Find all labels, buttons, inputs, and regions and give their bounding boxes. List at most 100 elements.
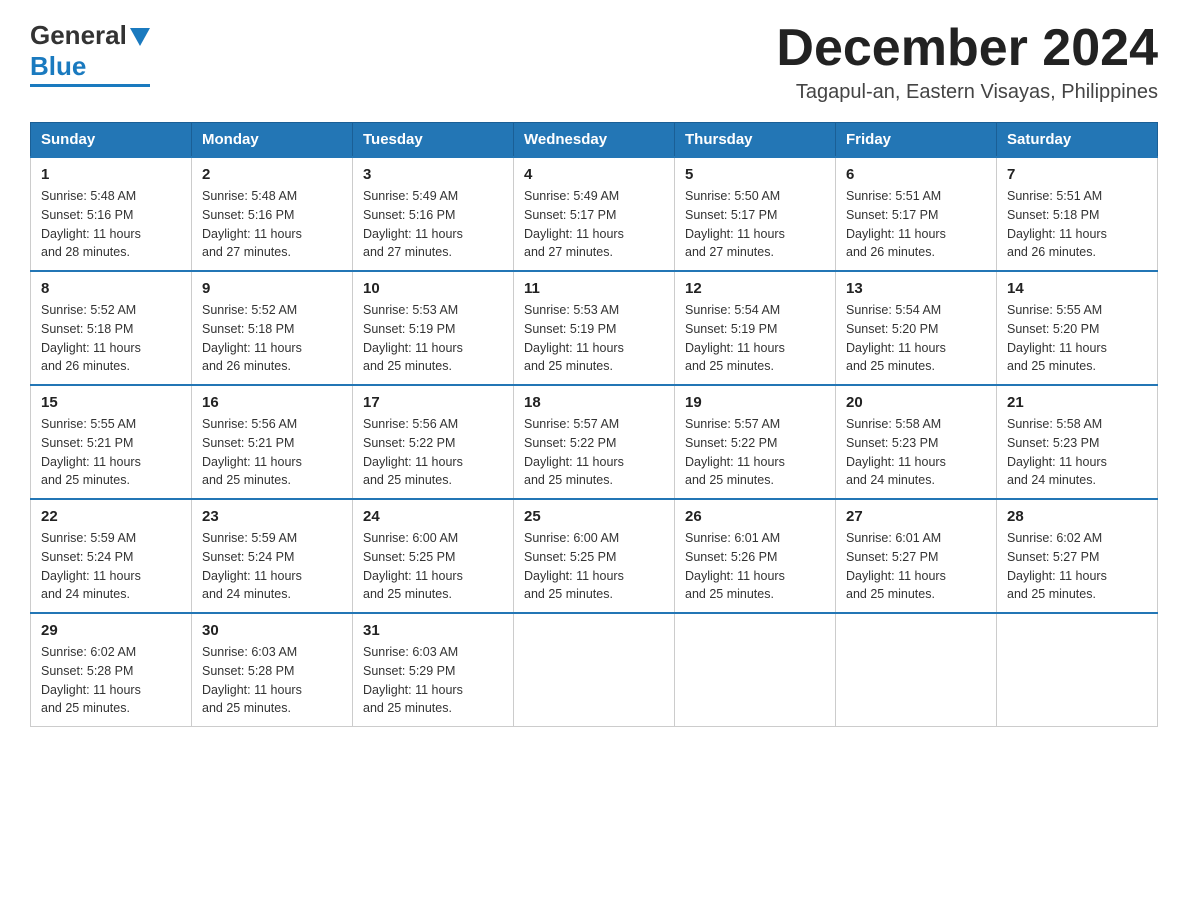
table-row: 27 Sunrise: 6:01 AM Sunset: 5:27 PM Dayl… [836,499,997,613]
calendar-header-row: Sunday Monday Tuesday Wednesday Thursday… [31,123,1158,158]
table-row: 16 Sunrise: 5:56 AM Sunset: 5:21 PM Dayl… [192,385,353,499]
day-info: Sunrise: 5:48 AM Sunset: 5:16 PM Dayligh… [41,187,181,262]
month-title: December 2024 [776,20,1158,77]
day-number: 3 [363,166,503,183]
calendar-row-2: 8 Sunrise: 5:52 AM Sunset: 5:18 PM Dayli… [31,271,1158,385]
day-number: 9 [202,280,342,297]
table-row: 8 Sunrise: 5:52 AM Sunset: 5:18 PM Dayli… [31,271,192,385]
table-row: 21 Sunrise: 5:58 AM Sunset: 5:23 PM Dayl… [997,385,1158,499]
day-number: 22 [41,508,181,525]
day-info: Sunrise: 6:01 AM Sunset: 5:27 PM Dayligh… [846,529,986,604]
day-number: 31 [363,622,503,639]
day-number: 1 [41,166,181,183]
table-row: 26 Sunrise: 6:01 AM Sunset: 5:26 PM Dayl… [675,499,836,613]
day-number: 30 [202,622,342,639]
table-row: 29 Sunrise: 6:02 AM Sunset: 5:28 PM Dayl… [31,613,192,727]
day-info: Sunrise: 5:50 AM Sunset: 5:17 PM Dayligh… [685,187,825,262]
day-info: Sunrise: 5:57 AM Sunset: 5:22 PM Dayligh… [524,415,664,490]
day-info: Sunrise: 5:59 AM Sunset: 5:24 PM Dayligh… [41,529,181,604]
table-row: 15 Sunrise: 5:55 AM Sunset: 5:21 PM Dayl… [31,385,192,499]
day-number: 19 [685,394,825,411]
day-number: 10 [363,280,503,297]
day-number: 24 [363,508,503,525]
table-row: 1 Sunrise: 5:48 AM Sunset: 5:16 PM Dayli… [31,157,192,271]
table-row: 2 Sunrise: 5:48 AM Sunset: 5:16 PM Dayli… [192,157,353,271]
table-row: 4 Sunrise: 5:49 AM Sunset: 5:17 PM Dayli… [514,157,675,271]
logo: General [30,20,150,51]
table-row: 23 Sunrise: 5:59 AM Sunset: 5:24 PM Dayl… [192,499,353,613]
day-number: 16 [202,394,342,411]
col-tuesday: Tuesday [353,123,514,158]
day-number: 7 [1007,166,1147,183]
table-row: 7 Sunrise: 5:51 AM Sunset: 5:18 PM Dayli… [997,157,1158,271]
day-info: Sunrise: 5:57 AM Sunset: 5:22 PM Dayligh… [685,415,825,490]
day-number: 15 [41,394,181,411]
calendar-row-4: 22 Sunrise: 5:59 AM Sunset: 5:24 PM Dayl… [31,499,1158,613]
day-number: 5 [685,166,825,183]
logo-underline [30,84,150,87]
table-row: 22 Sunrise: 5:59 AM Sunset: 5:24 PM Dayl… [31,499,192,613]
col-friday: Friday [836,123,997,158]
table-row: 17 Sunrise: 5:56 AM Sunset: 5:22 PM Dayl… [353,385,514,499]
day-info: Sunrise: 5:59 AM Sunset: 5:24 PM Dayligh… [202,529,342,604]
day-info: Sunrise: 5:51 AM Sunset: 5:18 PM Dayligh… [1007,187,1147,262]
day-info: Sunrise: 6:02 AM Sunset: 5:27 PM Dayligh… [1007,529,1147,604]
day-info: Sunrise: 5:58 AM Sunset: 5:23 PM Dayligh… [846,415,986,490]
day-number: 18 [524,394,664,411]
table-row: 9 Sunrise: 5:52 AM Sunset: 5:18 PM Dayli… [192,271,353,385]
day-number: 8 [41,280,181,297]
day-number: 2 [202,166,342,183]
table-row: 11 Sunrise: 5:53 AM Sunset: 5:19 PM Dayl… [514,271,675,385]
col-saturday: Saturday [997,123,1158,158]
table-row: 5 Sunrise: 5:50 AM Sunset: 5:17 PM Dayli… [675,157,836,271]
day-info: Sunrise: 5:55 AM Sunset: 5:20 PM Dayligh… [1007,301,1147,376]
page-header: General Blue December 2024 Tagapul-an, E… [30,20,1158,104]
table-row: 19 Sunrise: 5:57 AM Sunset: 5:22 PM Dayl… [675,385,836,499]
col-thursday: Thursday [675,123,836,158]
day-number: 25 [524,508,664,525]
day-number: 13 [846,280,986,297]
calendar-row-1: 1 Sunrise: 5:48 AM Sunset: 5:16 PM Dayli… [31,157,1158,271]
table-row: 24 Sunrise: 6:00 AM Sunset: 5:25 PM Dayl… [353,499,514,613]
day-number: 26 [685,508,825,525]
logo-triangle-icon [130,28,150,46]
day-info: Sunrise: 6:01 AM Sunset: 5:26 PM Dayligh… [685,529,825,604]
table-row: 31 Sunrise: 6:03 AM Sunset: 5:29 PM Dayl… [353,613,514,727]
table-row: 18 Sunrise: 5:57 AM Sunset: 5:22 PM Dayl… [514,385,675,499]
day-info: Sunrise: 6:03 AM Sunset: 5:28 PM Dayligh… [202,643,342,718]
day-info: Sunrise: 5:49 AM Sunset: 5:17 PM Dayligh… [524,187,664,262]
day-number: 21 [1007,394,1147,411]
day-info: Sunrise: 5:51 AM Sunset: 5:17 PM Dayligh… [846,187,986,262]
day-number: 12 [685,280,825,297]
day-info: Sunrise: 5:56 AM Sunset: 5:21 PM Dayligh… [202,415,342,490]
table-row: 25 Sunrise: 6:00 AM Sunset: 5:25 PM Dayl… [514,499,675,613]
title-area: December 2024 Tagapul-an, Eastern Visaya… [776,20,1158,104]
day-number: 28 [1007,508,1147,525]
day-info: Sunrise: 5:58 AM Sunset: 5:23 PM Dayligh… [1007,415,1147,490]
day-info: Sunrise: 5:54 AM Sunset: 5:20 PM Dayligh… [846,301,986,376]
day-info: Sunrise: 5:49 AM Sunset: 5:16 PM Dayligh… [363,187,503,262]
day-info: Sunrise: 6:00 AM Sunset: 5:25 PM Dayligh… [363,529,503,604]
day-info: Sunrise: 5:53 AM Sunset: 5:19 PM Dayligh… [363,301,503,376]
calendar-row-3: 15 Sunrise: 5:55 AM Sunset: 5:21 PM Dayl… [31,385,1158,499]
col-wednesday: Wednesday [514,123,675,158]
table-row: 12 Sunrise: 5:54 AM Sunset: 5:19 PM Dayl… [675,271,836,385]
day-info: Sunrise: 6:00 AM Sunset: 5:25 PM Dayligh… [524,529,664,604]
day-number: 27 [846,508,986,525]
day-info: Sunrise: 6:02 AM Sunset: 5:28 PM Dayligh… [41,643,181,718]
table-row: 28 Sunrise: 6:02 AM Sunset: 5:27 PM Dayl… [997,499,1158,613]
day-info: Sunrise: 5:54 AM Sunset: 5:19 PM Dayligh… [685,301,825,376]
location-title: Tagapul-an, Eastern Visayas, Philippines [776,81,1158,104]
table-row [514,613,675,727]
day-number: 6 [846,166,986,183]
col-sunday: Sunday [31,123,192,158]
table-row: 30 Sunrise: 6:03 AM Sunset: 5:28 PM Dayl… [192,613,353,727]
day-number: 23 [202,508,342,525]
calendar-row-5: 29 Sunrise: 6:02 AM Sunset: 5:28 PM Dayl… [31,613,1158,727]
day-number: 20 [846,394,986,411]
table-row [675,613,836,727]
table-row: 20 Sunrise: 5:58 AM Sunset: 5:23 PM Dayl… [836,385,997,499]
day-info: Sunrise: 5:53 AM Sunset: 5:19 PM Dayligh… [524,301,664,376]
table-row: 3 Sunrise: 5:49 AM Sunset: 5:16 PM Dayli… [353,157,514,271]
day-number: 4 [524,166,664,183]
